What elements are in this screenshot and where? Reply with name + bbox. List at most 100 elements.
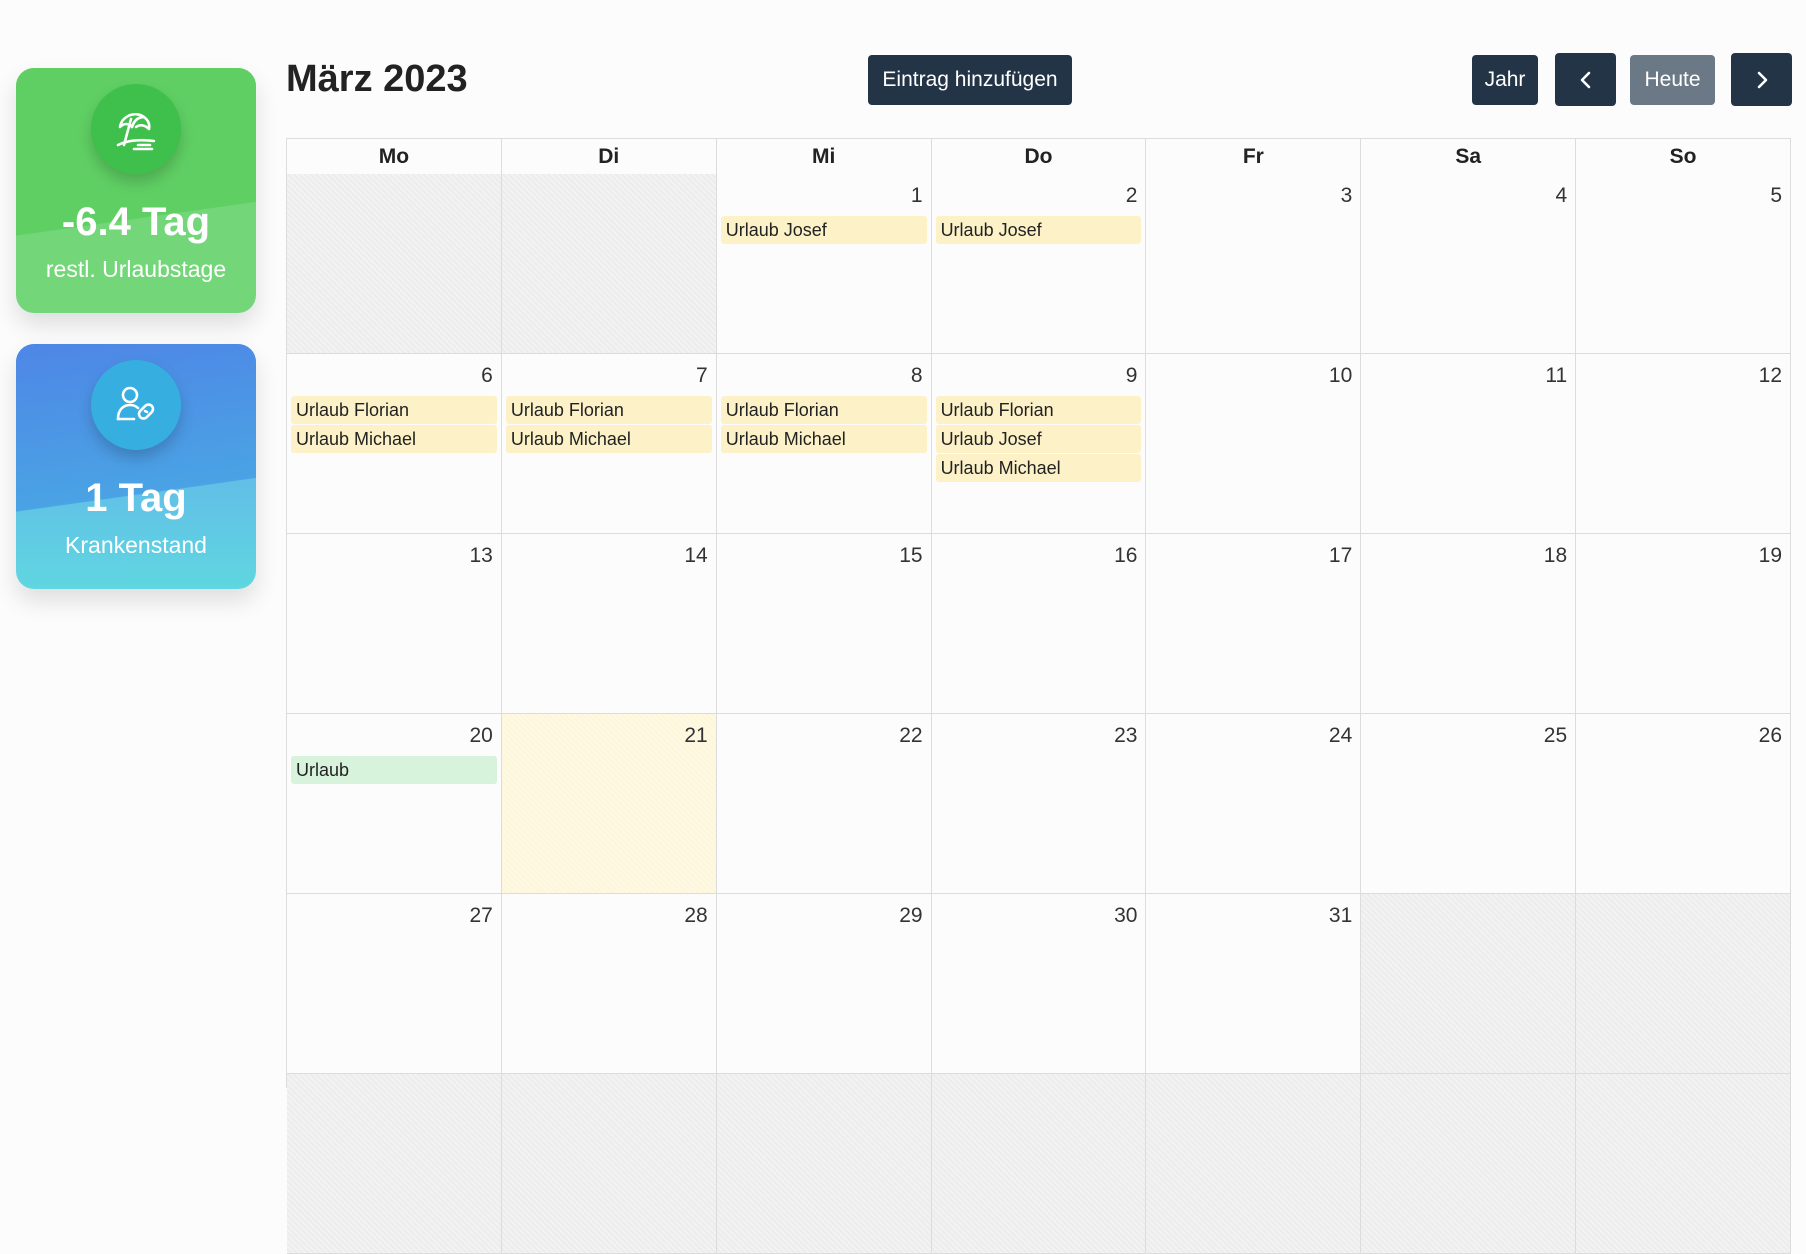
day-cell[interactable]: 30 xyxy=(931,894,1147,1074)
vacation-event[interactable]: Urlaub Michael xyxy=(720,425,927,453)
weekday-label: Mi xyxy=(716,139,932,175)
day-cell-outside-month xyxy=(1576,894,1791,1074)
vacation-event[interactable]: Urlaub Michael xyxy=(935,454,1142,482)
weekday-label: Mo xyxy=(287,139,502,175)
day-number: 19 xyxy=(1758,544,1782,567)
day-cell[interactable]: 13 xyxy=(287,534,502,714)
day-cell-today[interactable]: 21 xyxy=(501,714,717,894)
day-number: 27 xyxy=(469,904,493,927)
year-view-button[interactable]: Jahr xyxy=(1472,55,1538,105)
sick-days-value: 1 Tag xyxy=(85,476,187,520)
day-number: 15 xyxy=(899,544,923,567)
weekday-label: Di xyxy=(501,139,717,175)
day-number: 17 xyxy=(1328,544,1353,567)
day-cell[interactable]: 27 xyxy=(287,894,502,1074)
day-cell[interactable]: 1 Urlaub Josef xyxy=(716,174,932,354)
day-cell[interactable]: 6 Urlaub Florian Urlaub Michael xyxy=(287,354,502,534)
day-cell-outside-month xyxy=(287,174,502,354)
day-events: Urlaub Florian Urlaub Michael xyxy=(291,396,497,454)
day-number: 25 xyxy=(1543,724,1568,747)
vacation-event[interactable]: Urlaub Michael xyxy=(505,425,712,453)
day-cell[interactable]: 2 Urlaub Josef xyxy=(931,174,1147,354)
user-bandage-icon xyxy=(91,360,181,450)
day-cell[interactable]: 8 Urlaub Florian Urlaub Michael xyxy=(716,354,932,534)
day-cell-outside-month xyxy=(501,1074,717,1254)
day-number: 22 xyxy=(899,724,923,747)
day-cell[interactable]: 31 xyxy=(1146,894,1362,1074)
day-events: Urlaub Josef xyxy=(720,216,927,245)
day-cell-outside-month xyxy=(1361,1074,1577,1254)
day-cell[interactable]: 17 xyxy=(1146,534,1362,714)
previous-month-button[interactable] xyxy=(1555,53,1616,106)
vacation-event[interactable]: Urlaub Florian xyxy=(291,396,497,424)
vacation-event[interactable]: Urlaub Josef xyxy=(720,216,927,244)
weekday-label: Sa xyxy=(1361,139,1577,175)
vacation-event[interactable]: Urlaub Josef xyxy=(935,425,1142,453)
day-cell[interactable]: 29 xyxy=(716,894,932,1074)
day-number: 13 xyxy=(469,544,493,567)
vacation-event[interactable]: Urlaub Florian xyxy=(505,396,712,424)
day-number: 20 xyxy=(469,724,493,747)
day-cell[interactable]: 18 xyxy=(1361,534,1577,714)
day-cell[interactable]: 16 xyxy=(931,534,1147,714)
day-cell[interactable]: 5 xyxy=(1576,174,1791,354)
day-number: 23 xyxy=(1114,724,1138,747)
day-events: Urlaub Florian Urlaub Michael xyxy=(720,396,927,454)
day-number: 10 xyxy=(1328,364,1353,387)
day-cell[interactable]: 9 Urlaub Florian Urlaub Josef Urlaub Michae… xyxy=(931,354,1147,534)
day-cell-outside-month xyxy=(501,174,717,354)
day-cell-outside-month xyxy=(931,1074,1147,1254)
day-number: 16 xyxy=(1114,544,1138,567)
own-vacation-event[interactable]: Urlaub xyxy=(291,756,497,784)
day-events: Urlaub Florian Urlaub Josef Urlaub Michael xyxy=(935,396,1142,483)
vacation-event[interactable]: Urlaub Michael xyxy=(291,425,497,453)
day-number: 3 xyxy=(1340,184,1353,207)
vacation-event[interactable]: Urlaub Florian xyxy=(935,396,1142,424)
day-cell[interactable]: 22 xyxy=(716,714,932,894)
day-cell[interactable]: 12 xyxy=(1576,354,1791,534)
add-entry-button[interactable]: Eintrag hinzufügen xyxy=(868,55,1072,105)
day-cell[interactable]: 14 xyxy=(501,534,717,714)
day-number: 21 xyxy=(684,724,708,747)
day-cell[interactable]: 28 xyxy=(501,894,717,1074)
day-number: 7 xyxy=(696,364,708,387)
vacation-days-value: -6.4 Tag xyxy=(61,200,211,244)
weekday-header: Mo Di Mi Do Fr Sa So xyxy=(287,139,1791,175)
weekday-label: Do xyxy=(931,139,1147,175)
day-number: 26 xyxy=(1758,724,1782,747)
day-cell[interactable]: 20 Urlaub xyxy=(287,714,502,894)
sick-days-card: 1 Tag Krankenstand xyxy=(16,344,256,589)
day-cell[interactable]: 19 xyxy=(1576,534,1791,714)
vacation-days-card: -6.4 Tag restl. Urlaubstage xyxy=(16,68,256,313)
day-cell[interactable]: 11 xyxy=(1361,354,1577,534)
day-cell-outside-month xyxy=(716,1074,932,1254)
day-cell[interactable]: 25 xyxy=(1361,714,1577,894)
day-cell[interactable]: 4 xyxy=(1361,174,1577,354)
day-cell[interactable]: 3 xyxy=(1146,174,1362,354)
day-number: 18 xyxy=(1543,544,1568,567)
day-cell[interactable]: 10 xyxy=(1146,354,1362,534)
day-cell[interactable]: 23 xyxy=(931,714,1147,894)
day-number: 6 xyxy=(481,364,493,387)
today-button[interactable]: Heute xyxy=(1630,55,1715,105)
calendar-title: März 2023 xyxy=(286,58,468,100)
calendar-grid: 1 Urlaub Josef 2 Urlaub Josef 3 4 5 6 Urlaub Flo… xyxy=(287,174,1791,1254)
month-calendar: Mo Di Mi Do Fr Sa So 1 Urlaub Josef 2 Urlaub Jose… xyxy=(286,138,1791,1254)
day-cell[interactable]: 24 xyxy=(1146,714,1362,894)
day-number: 9 xyxy=(1125,364,1138,387)
day-events: Urlaub xyxy=(291,756,497,785)
day-cell-outside-month xyxy=(287,1074,502,1254)
next-month-button[interactable] xyxy=(1731,53,1792,106)
vacation-event[interactable]: Urlaub Josef xyxy=(935,216,1142,244)
day-cell[interactable]: 26 xyxy=(1576,714,1791,894)
day-cell-outside-month xyxy=(1146,1074,1362,1254)
day-number: 29 xyxy=(899,904,923,927)
day-number: 11 xyxy=(1545,364,1568,387)
day-events: Urlaub Josef xyxy=(935,216,1142,245)
day-number: 5 xyxy=(1770,184,1782,207)
day-number: 12 xyxy=(1758,364,1782,387)
vacation-event[interactable]: Urlaub Florian xyxy=(720,396,927,424)
day-cell[interactable]: 7 Urlaub Florian Urlaub Michael xyxy=(501,354,717,534)
sick-days-label: Krankenstand xyxy=(65,532,207,558)
day-cell[interactable]: 15 xyxy=(716,534,932,714)
